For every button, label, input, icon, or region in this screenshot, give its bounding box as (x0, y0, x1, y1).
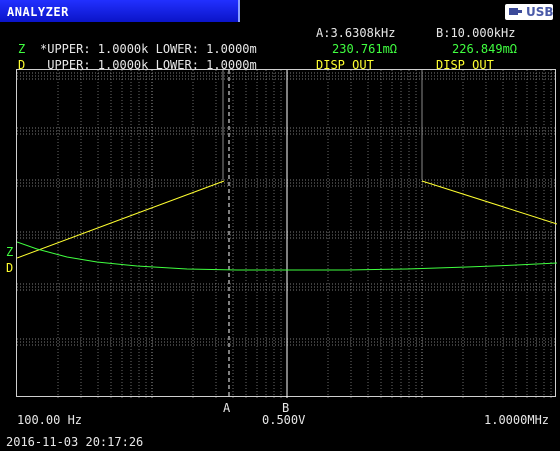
marker-a-label[interactable]: A (223, 402, 230, 414)
usb-plug-icon (509, 8, 522, 15)
usb-indicator: USB (505, 4, 554, 20)
plot-area[interactable] (16, 69, 557, 398)
plot-canvas (17, 70, 557, 398)
title-bar: ANALYZER (0, 0, 240, 22)
d-axis-marker: D (6, 261, 14, 275)
d-trace-left-segment (17, 180, 225, 259)
center-voltage: 0.500V (262, 413, 306, 427)
x-axis-start: 100.00 Hz (17, 413, 83, 427)
z-limits: *UPPER: 1.0000k LOWER: 1.0000m (40, 42, 257, 56)
timestamp: 2016-11-03 20:17:26 (6, 435, 144, 449)
app-title: ANALYZER (7, 5, 69, 19)
x-axis-end: 1.0000MHz (484, 413, 550, 427)
z-marker-a-value: 230.761mΩ (332, 42, 398, 56)
z-trace-label: Z (18, 42, 26, 56)
z-marker-b-value: 226.849mΩ (452, 42, 518, 56)
usb-label: USB (526, 5, 554, 19)
z-axis-marker: Z (6, 245, 14, 259)
d-trace-right-segment (421, 180, 557, 225)
marker-b-frequency: B:10.000kHz (436, 26, 516, 40)
marker-a-frequency: A:3.6308kHz (316, 26, 396, 40)
